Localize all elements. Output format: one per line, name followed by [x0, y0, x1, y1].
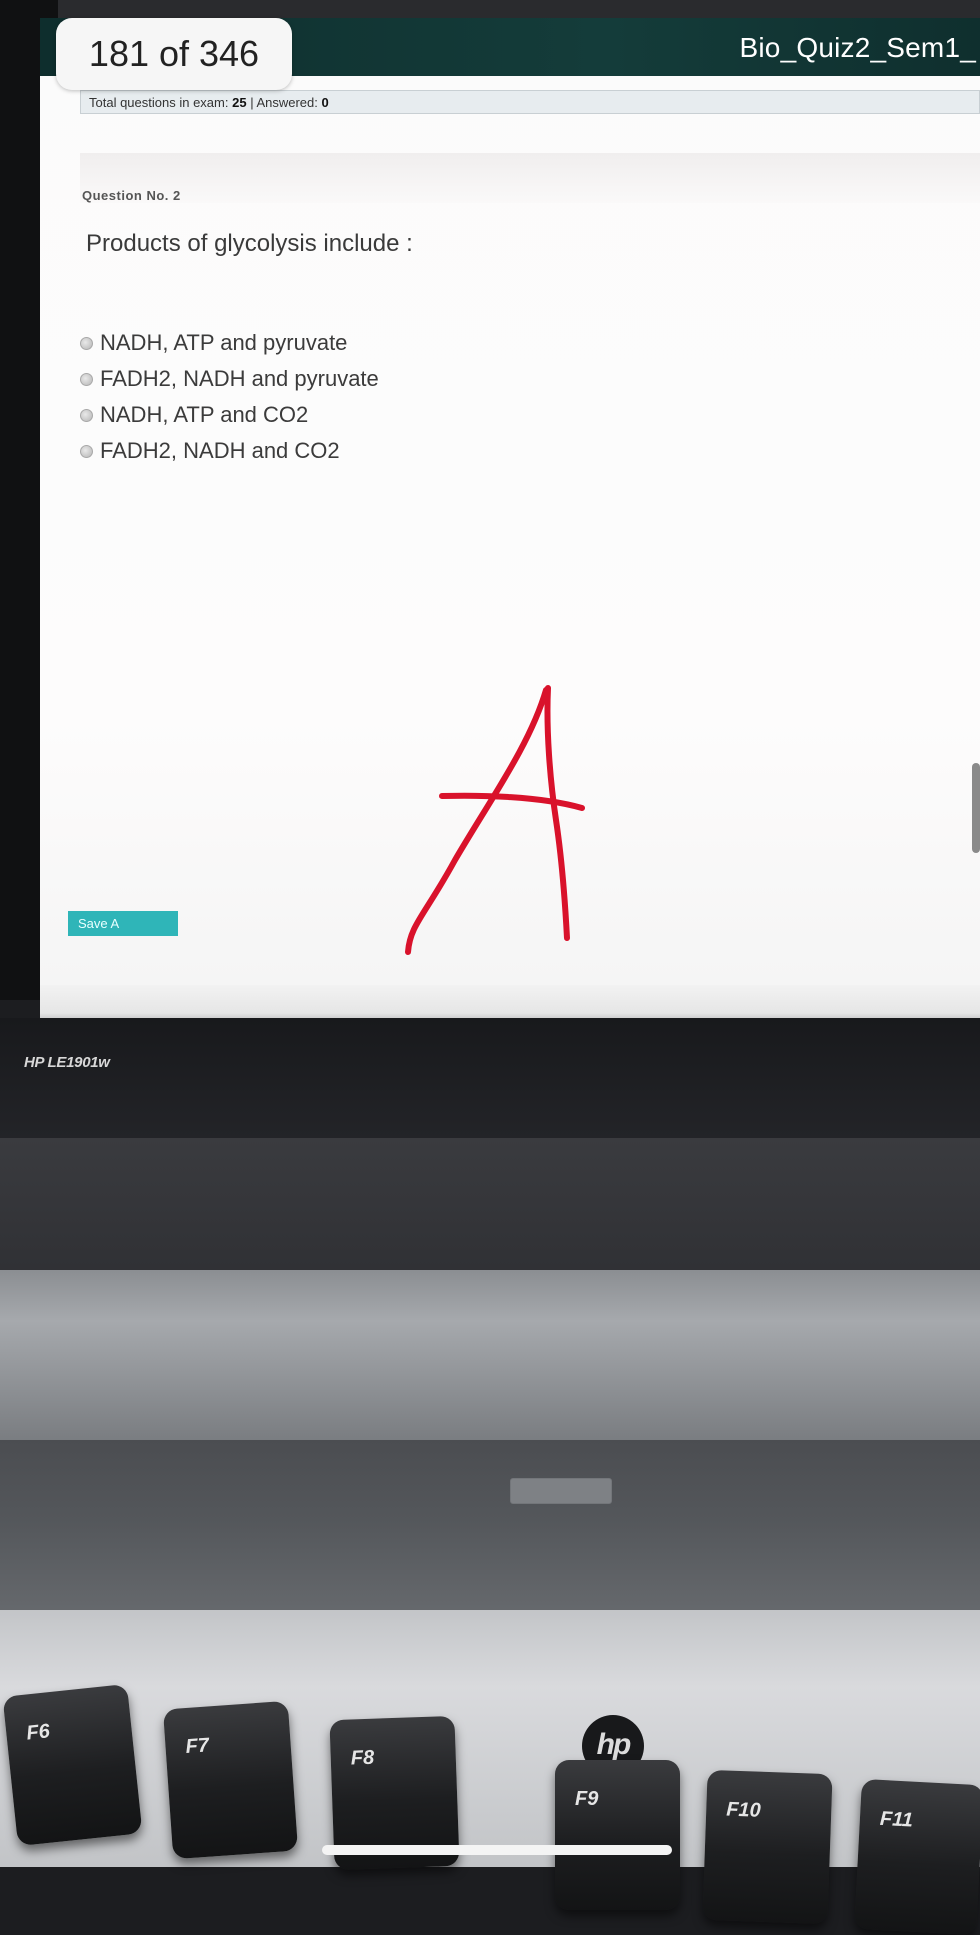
annotation-crossbar	[439, 792, 585, 811]
home-indicator[interactable]	[322, 1845, 672, 1855]
page-counter: 181 of 346	[56, 18, 292, 90]
annotation-stroke-left	[405, 687, 549, 955]
annotation-stroke-right	[544, 685, 570, 941]
handwritten-annotation	[405, 685, 585, 955]
